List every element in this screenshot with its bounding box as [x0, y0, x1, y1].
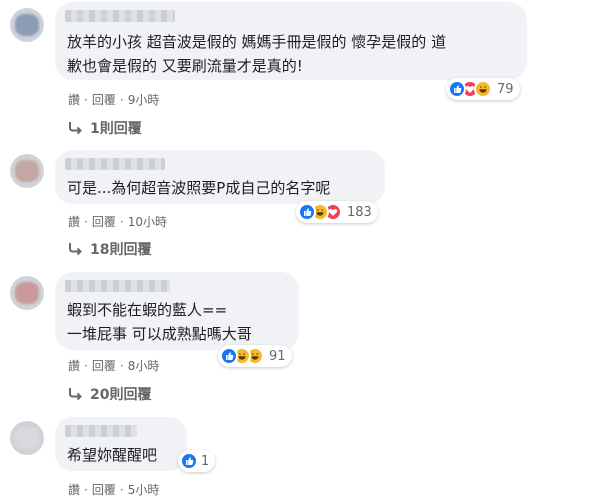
- timestamp[interactable]: 5小時: [128, 481, 160, 498]
- timestamp[interactable]: 10小時: [128, 213, 167, 230]
- reaction-count: 79: [497, 81, 514, 97]
- like-icon: [298, 203, 316, 221]
- commenter-name-redacted[interactable]: [65, 280, 170, 292]
- replies-count-label: 20則回覆: [90, 387, 152, 403]
- comment-text: 蝦到不能在蝦的藍人== 一堆屁事 可以成熟點嗎大哥: [67, 301, 252, 343]
- commenter-avatar[interactable]: [10, 276, 44, 310]
- replies-count-label: 18則回覆: [90, 242, 152, 258]
- separator: ·: [119, 482, 124, 497]
- commenter-avatar[interactable]: [10, 154, 44, 188]
- commenter-avatar[interactable]: [10, 8, 44, 42]
- separator: ·: [119, 92, 124, 107]
- reply-arrow-icon: [69, 122, 82, 135]
- comment-actions: 讚 · 回覆 · 8小時: [68, 357, 159, 374]
- like-link[interactable]: 讚: [68, 357, 80, 374]
- separator: ·: [119, 358, 124, 373]
- reply-arrow-icon: [69, 388, 82, 401]
- reaction-count: 183: [347, 204, 372, 220]
- separator: ·: [84, 92, 88, 107]
- comment-actions: 讚 · 回覆 · 9小時: [68, 91, 159, 108]
- comment-bubble: 可是...為何超音波照要P成自己的名字呢: [55, 150, 385, 204]
- comment-text: 放羊的小孩 超音波是假的 媽媽手冊是假的 懷孕是假的 道 歉也會是假的 又要刷流…: [67, 33, 447, 75]
- view-replies-link[interactable]: 18則回覆: [68, 239, 151, 259]
- reply-link[interactable]: 回覆: [92, 213, 116, 230]
- like-icon: [180, 452, 198, 470]
- separator: ·: [84, 482, 88, 497]
- reply-link[interactable]: 回覆: [92, 481, 116, 498]
- like-icon: [448, 80, 466, 98]
- reaction-summary[interactable]: 183: [296, 201, 378, 223]
- timestamp[interactable]: 8小時: [128, 357, 160, 374]
- commenter-name-redacted[interactable]: [65, 158, 165, 170]
- view-replies-link[interactable]: 1則回覆: [68, 118, 142, 138]
- like-icon: [220, 347, 238, 365]
- comment-bubble: 希望妳醒醒吧: [55, 417, 187, 471]
- like-link[interactable]: 讚: [68, 91, 80, 108]
- comment-actions: 讚 · 回覆 · 10小時: [68, 213, 167, 230]
- commenter-name-redacted[interactable]: [65, 425, 137, 437]
- view-replies-link[interactable]: 20則回覆: [68, 384, 151, 404]
- like-link[interactable]: 讚: [68, 481, 80, 498]
- replies-count-label: 1則回覆: [90, 121, 142, 137]
- reaction-summary[interactable]: 79: [446, 78, 520, 100]
- reaction-count: 1: [201, 453, 210, 469]
- separator: ·: [84, 358, 88, 373]
- comment-actions: 讚 · 回覆 · 5小時: [68, 481, 159, 498]
- comment-bubble: 放羊的小孩 超音波是假的 媽媽手冊是假的 懷孕是假的 道 歉也會是假的 又要刷流…: [55, 2, 527, 80]
- comment-text: 希望妳醒醒吧: [67, 446, 158, 464]
- comment-text: 可是...為何超音波照要P成自己的名字呢: [67, 179, 331, 197]
- commenter-name-redacted[interactable]: [65, 10, 175, 22]
- reaction-count: 91: [269, 348, 286, 364]
- reaction-summary[interactable]: 1: [178, 450, 216, 472]
- timestamp[interactable]: 9小時: [128, 91, 160, 108]
- separator: ·: [84, 214, 88, 229]
- reaction-summary[interactable]: 91: [218, 345, 292, 367]
- separator: ·: [119, 214, 124, 229]
- comment-bubble: 蝦到不能在蝦的藍人== 一堆屁事 可以成熟點嗎大哥: [55, 272, 299, 350]
- like-link[interactable]: 讚: [68, 213, 80, 230]
- reply-link[interactable]: 回覆: [92, 91, 116, 108]
- commenter-avatar[interactable]: [10, 421, 44, 455]
- haha-icon: [474, 80, 492, 98]
- reply-link[interactable]: 回覆: [92, 357, 116, 374]
- reply-arrow-icon: [69, 243, 82, 256]
